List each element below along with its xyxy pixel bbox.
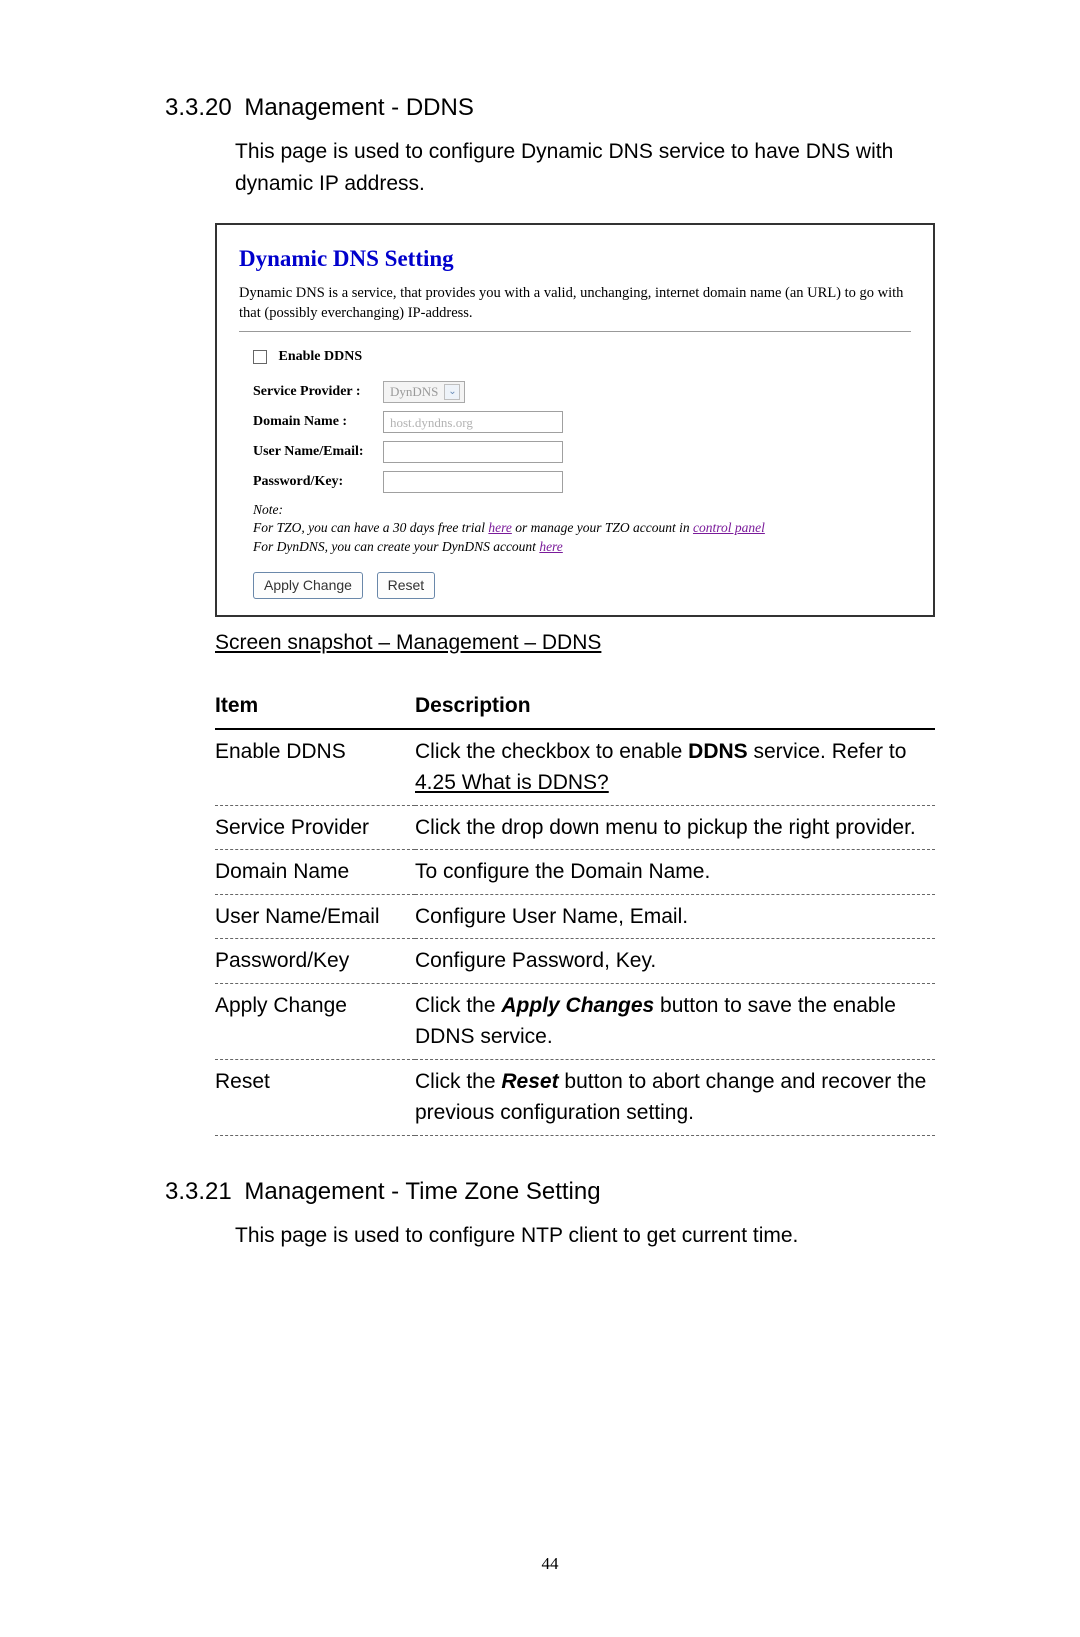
description-table: Item Description Enable DDNS Click the c…: [215, 684, 935, 1136]
section-intro: This page is used to configure NTP clien…: [235, 1220, 935, 1252]
section-heading-ddns: 3.3.20 Management - DDNS: [165, 90, 935, 126]
item-cell: Domain Name: [215, 850, 415, 895]
desc-cell: Configure User Name, Email.: [415, 894, 935, 939]
item-cell: User Name/Email: [215, 894, 415, 939]
item-cell: Reset: [215, 1059, 415, 1135]
table-row: User Name/Email Configure User Name, Ema…: [215, 894, 935, 939]
note-line-2: For DynDNS, you can create your DynDNS a…: [253, 538, 911, 556]
screenshot-caption: Screen snapshot – Management – DDNS: [215, 627, 935, 659]
table-row: Reset Click the Reset button to abort ch…: [215, 1059, 935, 1135]
note-title: Note:: [253, 501, 911, 519]
table-row: Service Provider Click the drop down men…: [215, 805, 935, 850]
domain-name-row: Domain Name : host.dyndns.org: [253, 411, 911, 433]
desc-cell: Click the checkbox to enable DDNS servic…: [415, 729, 935, 806]
user-name-label: User Name/Email:: [253, 443, 383, 462]
user-name-row: User Name/Email:: [253, 441, 911, 463]
what-is-ddns-link[interactable]: 4.25 What is DDNS?: [415, 771, 609, 794]
section-number: 3.3.20: [165, 94, 232, 121]
table-row: Domain Name To configure the Domain Name…: [215, 850, 935, 895]
tzo-control-panel-link[interactable]: control panel: [693, 520, 765, 535]
screenshot-desc: Dynamic DNS is a service, that provides …: [239, 284, 911, 332]
note-block: Note: For TZO, you can have a 30 days fr…: [253, 501, 911, 556]
service-provider-value: DynDNS: [390, 383, 438, 401]
ddns-screenshot-panel: Dynamic DNS Setting Dynamic DNS is a ser…: [215, 223, 935, 617]
chevron-down-icon: ⌄: [444, 384, 460, 400]
dyndns-account-link[interactable]: here: [539, 539, 563, 554]
password-label: Password/Key:: [253, 473, 383, 492]
password-row: Password/Key:: [253, 471, 911, 493]
th-item: Item: [215, 684, 415, 729]
service-provider-select[interactable]: DynDNS ⌄: [383, 381, 465, 403]
item-cell: Service Provider: [215, 805, 415, 850]
desc-cell: Click the drop down menu to pickup the r…: [415, 805, 935, 850]
tzo-trial-link[interactable]: here: [488, 520, 512, 535]
item-cell: Apply Change: [215, 983, 415, 1059]
desc-cell: To configure the Domain Name.: [415, 850, 935, 895]
section-number: 3.3.21: [165, 1178, 232, 1205]
screenshot-title: Dynamic DNS Setting: [239, 243, 911, 274]
password-input[interactable]: [383, 471, 563, 493]
section-heading-timezone: 3.3.21 Management - Time Zone Setting: [165, 1174, 935, 1210]
section-intro: This page is used to configure Dynamic D…: [235, 136, 935, 199]
item-cell: Password/Key: [215, 939, 415, 984]
desc-cell: Configure Password, Key.: [415, 939, 935, 984]
page-number: 44: [165, 1551, 935, 1577]
domain-name-input[interactable]: host.dyndns.org: [383, 411, 563, 433]
section-title: Management - Time Zone Setting: [244, 1178, 600, 1205]
table-row: Password/Key Configure Password, Key.: [215, 939, 935, 984]
table-row: Apply Change Click the Apply Changes but…: [215, 983, 935, 1059]
apply-change-button[interactable]: Apply Change: [253, 572, 363, 599]
table-row: Enable DDNS Click the checkbox to enable…: [215, 729, 935, 806]
service-provider-label: Service Provider :: [253, 383, 383, 402]
user-name-input[interactable]: [383, 441, 563, 463]
enable-ddns-checkbox[interactable]: [253, 350, 267, 364]
desc-cell: Click the Apply Changes button to save t…: [415, 983, 935, 1059]
enable-ddns-row: Enable DDNS: [253, 348, 911, 367]
button-row: Apply Change Reset: [253, 572, 911, 599]
note-line-1: For TZO, you can have a 30 days free tri…: [253, 519, 911, 537]
desc-cell: Click the Reset button to abort change a…: [415, 1059, 935, 1135]
reset-button[interactable]: Reset: [377, 572, 436, 599]
item-cell: Enable DDNS: [215, 729, 415, 806]
th-description: Description: [415, 684, 935, 729]
service-provider-row: Service Provider : DynDNS ⌄: [253, 381, 911, 403]
section-title: Management - DDNS: [244, 94, 473, 121]
domain-name-label: Domain Name :: [253, 413, 383, 432]
enable-ddns-label: Enable DDNS: [279, 349, 363, 364]
